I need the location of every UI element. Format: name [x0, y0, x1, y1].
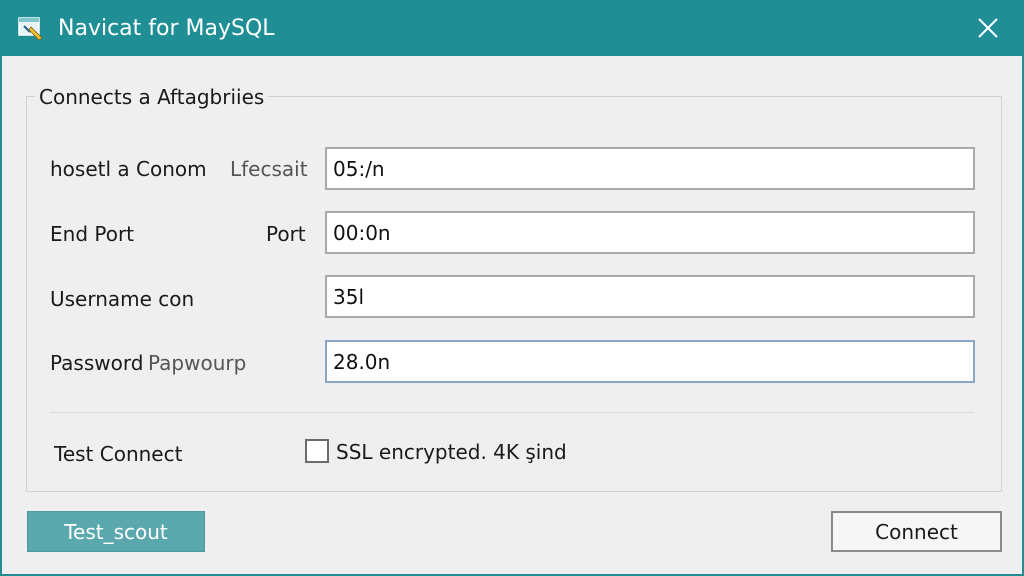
ssl-checkbox[interactable] — [305, 439, 329, 463]
port-label: Port — [266, 222, 306, 246]
test-connect-label: Test Connect — [54, 442, 183, 466]
title-bar: Navicat for MaySQL — [2, 2, 1022, 56]
group-title: Connects a Aftagbriies — [35, 85, 269, 109]
end-port-label: End Port — [50, 222, 135, 246]
dialog-window: Navicat for MaySQL Connects a Aftagbriie… — [0, 0, 1024, 576]
test-button[interactable]: Test_scout — [27, 511, 205, 552]
password-field[interactable] — [325, 340, 975, 383]
host-label: hosetl a Conom — [50, 157, 207, 181]
window-title: Navicat for MaySQL — [58, 16, 275, 41]
password-secondary-label: Papwourp — [148, 351, 247, 375]
password-label: Password — [50, 351, 144, 375]
port-field[interactable] — [325, 211, 975, 254]
ssl-label[interactable]: SSL encrypted. 4K şind — [336, 440, 567, 464]
host-secondary-label: Lfecsait — [230, 157, 308, 181]
close-icon — [977, 17, 999, 43]
host-field[interactable] — [325, 147, 975, 190]
separator — [50, 412, 974, 413]
username-label: Username con — [50, 287, 195, 311]
close-button[interactable] — [966, 10, 1010, 50]
connect-button[interactable]: Connect — [831, 511, 1002, 552]
app-window-icon — [18, 16, 44, 42]
username-field[interactable] — [325, 275, 975, 318]
